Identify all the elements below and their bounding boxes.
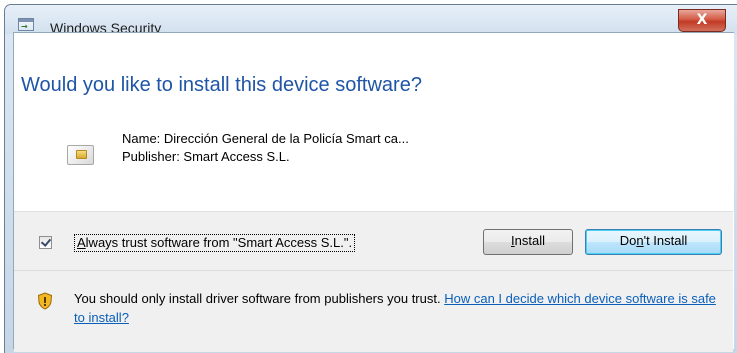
install-button[interactable]: Install bbox=[483, 229, 573, 255]
window-app-icon: → bbox=[18, 18, 34, 31]
warning-message: You should only install driver software … bbox=[74, 291, 716, 325]
device-info: Name: Dirección General de la Policía Sm… bbox=[122, 130, 409, 166]
footer-separator bbox=[14, 270, 733, 271]
device-name: Name: Dirección General de la Policía Sm… bbox=[122, 131, 409, 146]
always-trust-label[interactable]: Always trust software from "Smart Access… bbox=[74, 234, 356, 252]
dialog-heading: Would you like to install this device so… bbox=[21, 74, 422, 96]
dont-install-button[interactable]: Don't Install bbox=[585, 229, 722, 255]
device-publisher: Publisher: Smart Access S.L. bbox=[122, 149, 290, 164]
close-button[interactable]: X bbox=[678, 9, 726, 32]
shield-warning-icon bbox=[37, 292, 53, 310]
smart-card-reader-icon bbox=[67, 142, 95, 166]
always-trust-checkbox[interactable] bbox=[39, 236, 52, 249]
